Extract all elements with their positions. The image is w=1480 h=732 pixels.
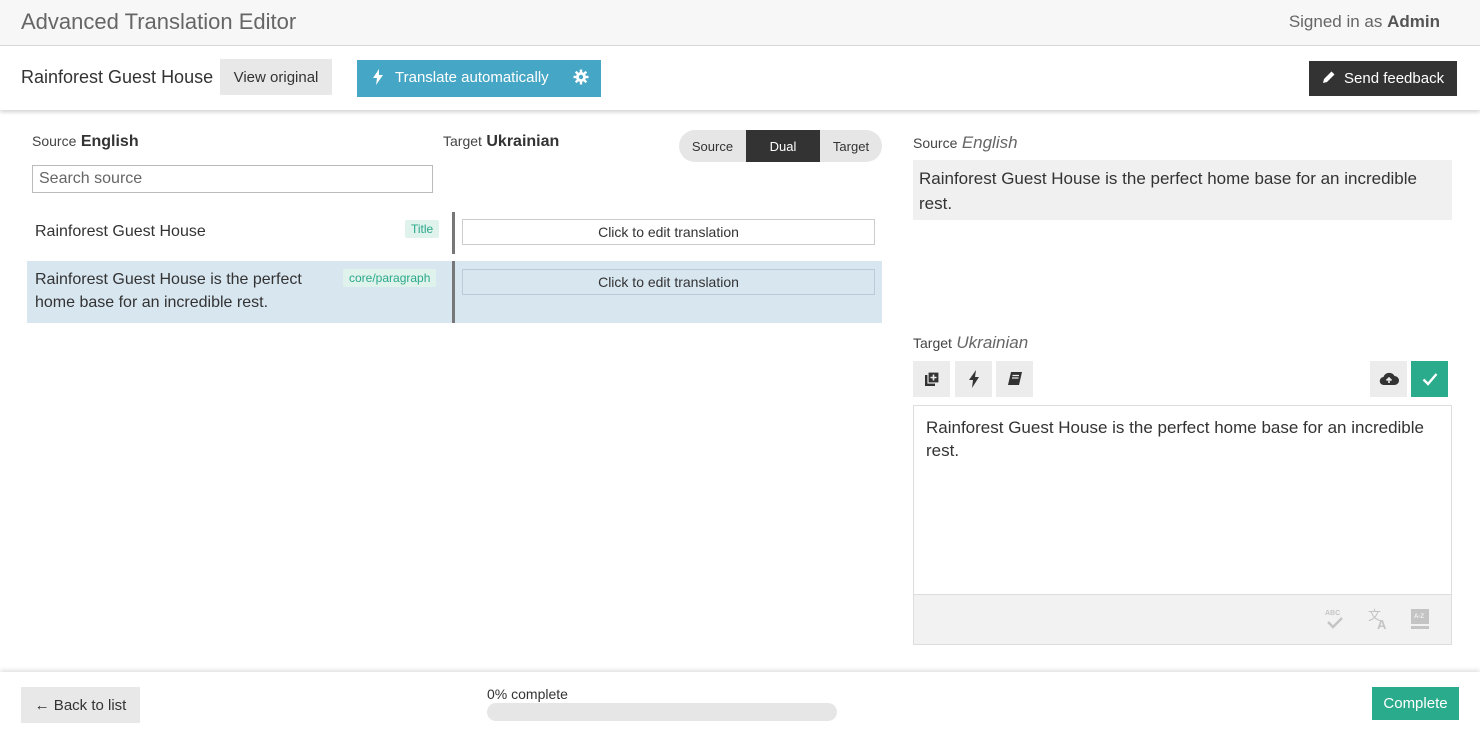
app-header: Advanced Translation Editor Signed in as… [0,0,1480,46]
segment-type-badge: core/paragraph [343,269,437,287]
progress-label: 0% complete [487,686,568,702]
document-title: Rainforest Guest House [21,67,214,87]
detail-target-label: Target [913,335,952,351]
translation-editor[interactable]: Rainforest Guest House is the perfect ho… [913,405,1452,645]
copy-icon [924,371,940,386]
user-name: Admin [1387,12,1440,31]
complete-button[interactable]: Complete [1372,687,1459,720]
translate-icon[interactable]: 文A [1367,607,1391,631]
mode-dual-button[interactable]: Dual [746,130,820,162]
target-language: Ukrainian [486,133,560,150]
app-title: Advanced Translation Editor [21,9,297,34]
svg-text:A-Z: A-Z [1414,614,1424,620]
edit-translation-field[interactable]: Click to edit translation [462,219,875,245]
confirm-translation-button[interactable] [1411,361,1448,397]
translate-automatically-label: Translate automatically [395,69,549,86]
send-feedback-label: Send feedback [1344,70,1445,87]
translate-automatically-button[interactable]: Translate automatically [357,60,601,97]
spellcheck-icon[interactable]: ABC [1324,607,1346,631]
footer-bar: ← Back to list 0% complete Complete [0,672,1480,732]
toolbar: Rainforest Guest House View original Tra… [0,46,1480,110]
edit-translation-field[interactable]: Click to edit translation [462,269,875,295]
view-mode-toggle: Source Dual Target [679,130,882,162]
source-language: English [80,133,139,150]
view-original-button[interactable]: View original [220,59,332,95]
segment-source-text: Rainforest Guest House [35,223,206,240]
progress-bar [487,703,837,721]
detail-target-language: Ukrainian [956,333,1029,352]
bolt-icon [968,370,979,388]
target-label: Target [443,133,482,149]
mode-source-button[interactable]: Source [679,130,746,162]
check-icon [1422,373,1437,386]
machine-translate-button[interactable] [955,361,992,397]
source-label: Source [32,133,77,149]
pencil-icon [1323,71,1335,83]
cloud-upload-icon [1379,372,1399,386]
row-divider [452,212,455,254]
signed-in-status: Signed in as Admin [1289,12,1440,32]
send-feedback-button[interactable]: Send feedback [1309,61,1457,96]
detail-source-label: Source [913,135,958,151]
editor-footer: ABC 文A A-Z [914,594,1451,644]
gear-icon[interactable] [573,69,589,85]
svg-text:A: A [1377,617,1387,631]
copy-source-button[interactable] [913,361,950,397]
segment-source-text: Rainforest Guest House is the perfect ho… [35,271,302,311]
save-draft-button[interactable] [1370,361,1407,397]
search-source-input[interactable] [32,165,433,193]
bolt-icon [373,69,383,85]
mode-target-button[interactable]: Target [820,130,882,162]
target-language-header: Target Ukrainian [443,133,559,151]
back-to-list-button[interactable]: ← Back to list [21,687,140,723]
svg-text:ABC: ABC [1325,610,1340,617]
detail-source-text: Rainforest Guest House is the perfect ho… [913,160,1452,220]
translation-editor-text[interactable]: Rainforest Guest House is the perfect ho… [926,416,1446,462]
detail-target-header: Target Ukrainian [913,333,1028,353]
row-divider [452,261,455,323]
source-language-header: Source English [32,133,139,151]
signed-in-prefix: Signed in as [1288,12,1388,31]
segment-row[interactable]: Rainforest Guest House Title Click to ed… [27,212,882,254]
detail-source-header: Source English [913,133,1018,153]
segment-type-badge: Title [405,220,440,238]
detail-source-language: English [961,133,1018,152]
dictionary-icon[interactable]: A-Z [1410,607,1430,631]
book-icon [1007,372,1022,385]
segment-row-selected[interactable]: Rainforest Guest House is the perfect ho… [27,261,882,323]
glossary-button[interactable] [996,361,1033,397]
